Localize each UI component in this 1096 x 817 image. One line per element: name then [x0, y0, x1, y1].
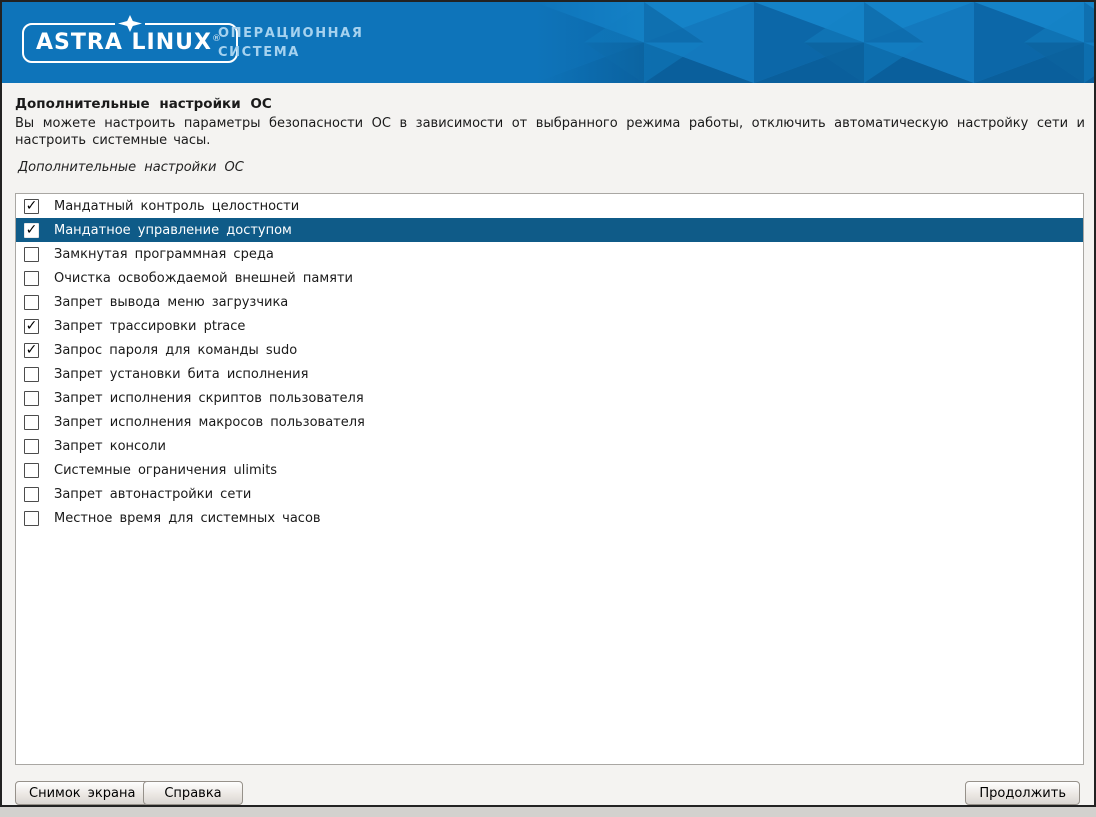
checkbox-checked-icon[interactable]: ✓	[24, 343, 39, 358]
checkbox-unchecked-icon[interactable]	[24, 511, 39, 526]
option-label: Запрет автонастройки сети	[54, 487, 251, 502]
astra-linux-logo: ASTRA LINUX®	[22, 23, 238, 63]
option-label: Запрет консоли	[54, 439, 166, 454]
option-label: Очистка освобождаемой внешней памяти	[54, 271, 353, 286]
checkbox-unchecked-icon[interactable]	[24, 247, 39, 262]
option-label: Системные ограничения ulimits	[54, 463, 277, 478]
option-label: Замкнутая программная среда	[54, 247, 274, 262]
brand-text: ОПЕРАЦИОННАЯ СИСТЕМА	[218, 24, 363, 62]
list-item[interactable]: Замкнутая программная среда	[16, 242, 1083, 266]
list-item[interactable]: Запрет вывода меню загрузчика	[16, 290, 1083, 314]
checkbox-checked-icon[interactable]: ✓	[24, 319, 39, 334]
option-label: Запрет установки бита исполнения	[54, 367, 308, 382]
checkbox-unchecked-icon[interactable]	[24, 391, 39, 406]
checkbox-unchecked-icon[interactable]	[24, 415, 39, 430]
checkbox-unchecked-icon[interactable]	[24, 487, 39, 502]
option-label: Запрос пароля для команды sudo	[54, 343, 297, 358]
page-title: Дополнительные настройки ОС	[15, 96, 272, 112]
list-item[interactable]: Запрет автонастройки сети	[16, 482, 1083, 506]
help-button[interactable]: Справка	[143, 781, 243, 805]
brand-line-1: ОПЕРАЦИОННАЯ	[218, 24, 363, 43]
option-label: Местное время для системных часов	[54, 511, 321, 526]
list-item[interactable]: Запрет консоли	[16, 434, 1083, 458]
checkbox-unchecked-icon[interactable]	[24, 295, 39, 310]
checkbox-checked-icon[interactable]: ✓	[24, 223, 39, 238]
logo-text: ASTRA LINUX	[36, 30, 212, 55]
list-item[interactable]: Запрет исполнения скриптов пользователя	[16, 386, 1083, 410]
checkbox-unchecked-icon[interactable]	[24, 271, 39, 286]
checkbox-unchecked-icon[interactable]	[24, 439, 39, 454]
option-label: Мандатное управление доступом	[54, 223, 292, 238]
installer-window: ASTRA LINUX® ОПЕРАЦИОННАЯ СИСТЕМА Дополн…	[0, 0, 1096, 807]
banner: ASTRA LINUX® ОПЕРАЦИОННАЯ СИСТЕМА	[2, 2, 1094, 83]
list-item[interactable]: ✓ Мандатный контроль целостности	[16, 194, 1083, 218]
checkbox-unchecked-icon[interactable]	[24, 463, 39, 478]
list-item[interactable]: ✓ Мандатное управление доступом	[16, 218, 1083, 242]
banner-geometric-pattern	[534, 2, 1094, 83]
list-item[interactable]: ✓ Запрет трассировки ptrace	[16, 314, 1083, 338]
brand-line-2: СИСТЕМА	[218, 43, 363, 62]
star-icon	[115, 15, 145, 32]
checkbox-unchecked-icon[interactable]	[24, 367, 39, 382]
list-item[interactable]: Очистка освобождаемой внешней памяти	[16, 266, 1083, 290]
list-item[interactable]: ✓ Запрос пароля для команды sudo	[16, 338, 1083, 362]
option-label: Запрет исполнения скриптов пользователя	[54, 391, 364, 406]
list-item[interactable]: Системные ограничения ulimits	[16, 458, 1083, 482]
option-label: Запрет исполнения макросов пользователя	[54, 415, 365, 430]
screenshot-button[interactable]: Снимок экрана	[15, 781, 149, 805]
page-description: Вы можете настроить параметры безопаснос…	[15, 115, 1085, 149]
page-subtitle: Дополнительные настройки ОС	[18, 160, 244, 175]
option-label: Запрет трассировки ptrace	[54, 319, 245, 334]
checkbox-checked-icon[interactable]: ✓	[24, 199, 39, 214]
options-list: ✓ Мандатный контроль целостности ✓ Мандатно…	[15, 193, 1084, 765]
list-item[interactable]: Запрет установки бита исполнения	[16, 362, 1083, 386]
list-item[interactable]: Запрет исполнения макросов пользователя	[16, 410, 1083, 434]
option-label: Запрет вывода меню загрузчика	[54, 295, 288, 310]
option-label: Мандатный контроль целостности	[54, 199, 299, 214]
list-item[interactable]: Местное время для системных часов	[16, 506, 1083, 530]
continue-button[interactable]: Продолжить	[965, 781, 1080, 805]
